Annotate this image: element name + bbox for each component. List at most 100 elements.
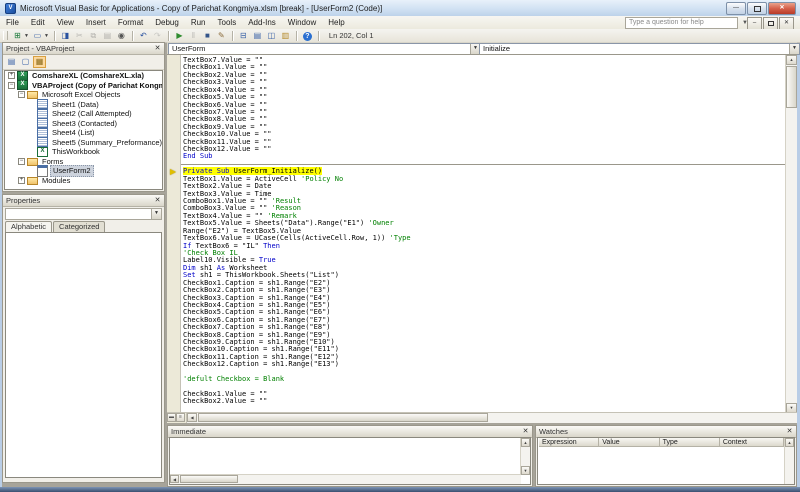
scroll-thumb[interactable] [180, 475, 238, 483]
scroll-thumb[interactable] [198, 413, 488, 422]
menu-item-format[interactable]: Format [112, 16, 149, 29]
properties-object-dropdown[interactable]: ▼ [5, 208, 162, 220]
properties-list[interactable] [5, 232, 162, 478]
insert-userform-icon[interactable]: ▭ [31, 30, 44, 41]
scroll-down-icon[interactable]: ▼ [521, 466, 530, 475]
tree-item-label: Sheet1 (Data) [50, 100, 101, 110]
code-horizontal-scrollbar[interactable]: ◀ [186, 413, 797, 423]
undo-icon[interactable]: ↶ [137, 30, 150, 41]
tree-item-sheet1-data[interactable]: Sheet1 (Data) [5, 100, 162, 110]
tree-item-modules[interactable]: +Modules [5, 176, 162, 186]
help-icon[interactable]: ? [301, 30, 314, 41]
tree-item-vbaproject-copy-of-parichat-kongmiya-xlsm[interactable]: −XVBAProject (Copy of Parichat Kongmiya.… [5, 81, 162, 91]
tree-item-thisworkbook[interactable]: XThisWorkbook [5, 147, 162, 157]
project-icon: X [17, 71, 28, 81]
watches-vertical-scrollbar[interactable]: ▲ [784, 438, 794, 484]
sheet-icon [37, 99, 48, 109]
menu-item-file[interactable]: File [0, 16, 25, 29]
view-object-icon[interactable]: ▢ [19, 56, 32, 68]
collapse-icon[interactable]: − [18, 91, 25, 98]
tree-item-sheet2-call-attempted[interactable]: Sheet2 (Call Attempted) [5, 109, 162, 119]
watches-column-type[interactable]: Type [660, 438, 720, 447]
code-line: CheckBox2.Value = "" [183, 72, 786, 79]
properties-panel-title: Properties [6, 196, 40, 205]
tree-item-sheet4-list[interactable]: Sheet4 (List) [5, 128, 162, 138]
maximize-button[interactable] [747, 2, 767, 15]
watches-column-value[interactable]: Value [599, 438, 659, 447]
help-search-input[interactable]: Type a question for help [625, 17, 738, 29]
code-dropdown-row: UserForm ▼ Initialize ▼ [167, 42, 797, 54]
tree-item-sheet5-summary-preformance[interactable]: Sheet5 (Summary_Preformance) [5, 138, 162, 148]
close-button[interactable]: ✕ [768, 2, 796, 15]
immediate-content[interactable]: ▲ ▼ ◀ [169, 437, 531, 485]
tree-item-label: Sheet3 (Contacted) [50, 119, 119, 129]
collapse-icon[interactable]: − [18, 158, 25, 165]
toggle-folders-icon[interactable]: ▦ [33, 56, 46, 68]
code-line: CheckBox2.Value = "" [183, 398, 786, 405]
tree-item-comsharexl-comsharexl-xla[interactable]: +XComshareXL (ComshareXL.xla) [5, 71, 162, 81]
sheet-icon [37, 137, 48, 147]
insert-userform-dropdown-icon[interactable]: ▼ [44, 33, 49, 39]
tree-item-label: ThisWorkbook [50, 147, 102, 157]
project-explorer-icon[interactable]: ⊟ [237, 30, 250, 41]
tree-item-sheet3-contacted[interactable]: Sheet3 (Contacted) [5, 119, 162, 129]
scroll-thumb[interactable] [786, 66, 797, 108]
dropdown-arrow-icon[interactable]: ▼ [789, 44, 799, 54]
menu-item-help[interactable]: Help [322, 16, 350, 29]
properties-close-icon[interactable]: ✕ [152, 196, 163, 207]
minimize-button[interactable]: — [726, 2, 746, 15]
full-module-view-button[interactable]: ≡ [176, 413, 185, 422]
immediate-vertical-scrollbar[interactable]: ▲ ▼ [520, 438, 530, 475]
collapse-icon[interactable]: − [8, 82, 15, 89]
code-blank-line [183, 384, 786, 391]
code-line: CheckBox4.Value = "" [183, 87, 786, 94]
project-close-icon[interactable]: ✕ [152, 44, 163, 55]
scroll-left-icon[interactable]: ◀ [187, 413, 197, 422]
watches-column-context[interactable]: Context [720, 438, 784, 447]
menu-item-addins[interactable]: Add-Ins [242, 16, 282, 29]
find-icon[interactable]: ◉ [115, 30, 128, 41]
expand-icon[interactable]: + [8, 72, 15, 79]
run-icon[interactable]: ▶ [173, 30, 186, 41]
watches-column-expression[interactable]: Expression [539, 438, 599, 447]
project-panel-header: Project - VBAProject ✕ [3, 43, 164, 55]
reset-icon[interactable]: ■ [201, 30, 214, 41]
object-browser-icon[interactable]: ◫ [265, 30, 278, 41]
menu-item-view[interactable]: View [51, 16, 80, 29]
view-code-icon[interactable]: ▤ [5, 56, 18, 68]
menu-item-debug[interactable]: Debug [149, 16, 185, 29]
menu-item-tools[interactable]: Tools [212, 16, 243, 29]
code-line: CheckBox12.Caption = sh1.Range("E13") [183, 361, 786, 368]
watches-content[interactable]: ExpressionValueTypeContext ▲ [537, 437, 795, 485]
scroll-left-icon[interactable]: ◀ [170, 475, 179, 483]
dropdown-arrow-icon[interactable]: ▼ [151, 209, 161, 219]
view-microsoft-excel-dropdown-icon[interactable]: ▼ [24, 33, 29, 39]
procedure-view-button[interactable]: ▬ [167, 413, 176, 422]
menu-item-insert[interactable]: Insert [80, 16, 112, 29]
code-line: CheckBox5.Value = "" [183, 94, 786, 101]
toolbar-separator [296, 31, 298, 41]
code-vertical-scrollbar[interactable]: ▲ ▼ [785, 55, 797, 413]
scroll-up-icon[interactable]: ▲ [521, 438, 530, 447]
tree-item-microsoft-excel-objects[interactable]: −Microsoft Excel Objects [5, 90, 162, 100]
menu-item-edit[interactable]: Edit [25, 16, 51, 29]
code-line: CheckBox10.Value = "" [183, 131, 786, 138]
tab-categorized[interactable]: Categorized [53, 221, 105, 232]
tree-item-label: Sheet4 (List) [50, 128, 97, 138]
save-icon[interactable]: ◨ [59, 30, 72, 41]
properties-window-icon[interactable]: ▤ [251, 30, 264, 41]
scroll-up-icon[interactable]: ▲ [786, 55, 797, 65]
immediate-horizontal-scrollbar[interactable]: ◀ [170, 474, 521, 484]
menu-item-window[interactable]: Window [282, 16, 322, 29]
menu-item-run[interactable]: Run [185, 16, 212, 29]
code-margin-gutter[interactable] [167, 55, 181, 413]
design-mode-icon[interactable]: ✎ [215, 30, 228, 41]
toolbox-icon[interactable]: ▥ [279, 30, 292, 41]
code-editor[interactable]: TextBox7.Value = ""CheckBox1.Value = ""C… [181, 55, 786, 413]
view-microsoft-excel-icon[interactable]: ⊞ [11, 30, 24, 41]
tree-item-userform2[interactable]: UserForm2 [5, 166, 162, 176]
scroll-up-icon[interactable]: ▲ [785, 438, 794, 447]
expand-icon[interactable]: + [18, 177, 25, 184]
tree-item-label: VBAProject (Copy of Parichat Kongmiya.xl… [30, 81, 163, 91]
toolbar-grip[interactable] [3, 31, 8, 40]
